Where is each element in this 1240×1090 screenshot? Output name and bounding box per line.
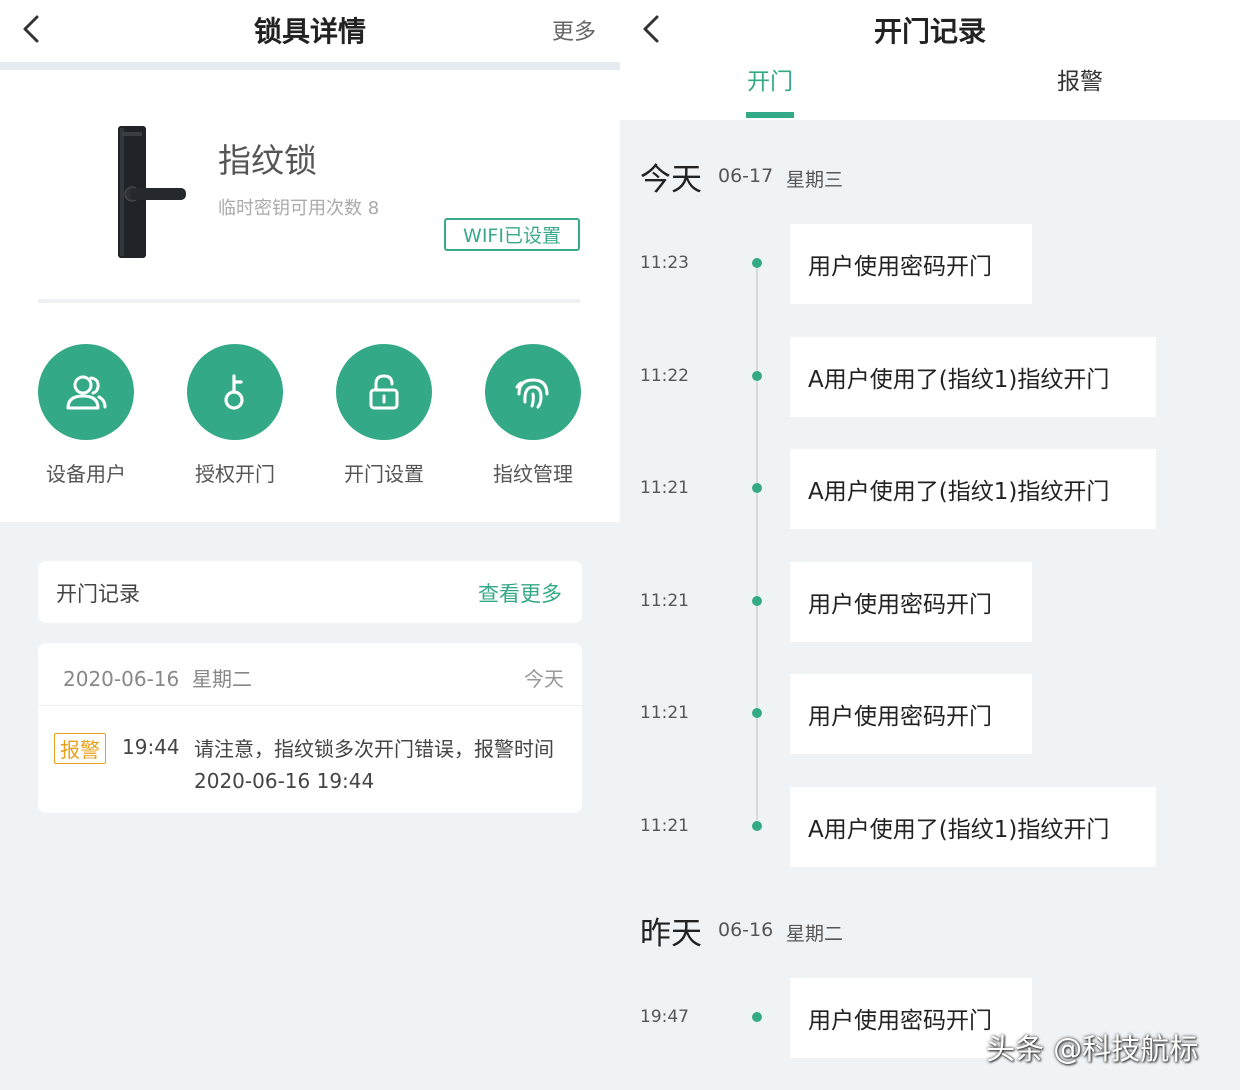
day-date: 06-17 [718, 165, 774, 187]
open-records-screen: 开门记录 开门 报警 今天 06-17 星期三 11:23 用户使用密码开门 1… [620, 0, 1240, 1090]
record-entry[interactable]: A用户使用了(指纹1)指纹开门 [790, 337, 1156, 417]
recent-record-card: 2020-06-16 星期二 今天 报警 19:44 请注意，指纹锁多次开门错误… [38, 643, 582, 813]
day-date: 06-16 [718, 919, 774, 941]
device-card: 指纹锁 临时密钥可用次数 8 WIFI已设置 设备用户 授权开门 开门设置 指纹… [0, 70, 620, 522]
alarm-message: 请注意，指纹锁多次开门错误，报警时间 2020-06-16 19:44 [194, 737, 554, 793]
fingerprint-manage-button[interactable]: 指纹管理 [463, 344, 603, 487]
day-label-yesterday: 昨天 [640, 916, 702, 952]
timeline-dot [752, 708, 762, 718]
smart-lock-image [118, 126, 186, 258]
timeline-dot [752, 258, 762, 268]
entry-time: 11:22 [640, 366, 689, 386]
entry-time: 11:21 [640, 478, 689, 498]
day-weekday: 星期三 [786, 169, 844, 191]
temp-key-count: 临时密钥可用次数 8 [218, 198, 380, 219]
alarm-time: 19:44 [122, 735, 180, 759]
record-entry[interactable]: A用户使用了(指纹1)指纹开门 [790, 449, 1156, 529]
tab-open[interactable]: 开门 [747, 62, 793, 96]
lock-detail-screen: 锁具详情 更多 指纹锁 临时密钥可用次数 8 WIFI已设置 设备用户 授权开门… [0, 0, 620, 1090]
users-icon [66, 375, 107, 410]
timeline-dot [752, 483, 762, 493]
device-name: 指纹锁 [218, 141, 317, 180]
alarm-badge: 报警 [54, 733, 106, 764]
key-icon [224, 374, 244, 410]
entry-time: 11:21 [640, 816, 689, 836]
divider [38, 705, 582, 706]
top-bar: 锁具详情 更多 [0, 0, 620, 62]
timeline-dot [752, 1012, 762, 1022]
entry-time: 19:47 [640, 1007, 689, 1027]
record-date: 2020-06-16 星期二 [63, 667, 252, 691]
authorize-open-button[interactable]: 授权开门 [165, 344, 305, 487]
record-entry[interactable]: 用户使用密码开门 [790, 674, 1032, 754]
watermark: 头条 @科技航标 [986, 1032, 1199, 1066]
timeline-dot [752, 371, 762, 381]
divider [38, 299, 580, 303]
fingerprint-icon [515, 378, 549, 409]
record-today-label: 今天 [524, 667, 564, 691]
record-entry[interactable]: 用户使用密码开门 [790, 562, 1032, 642]
divider [0, 62, 620, 70]
tab-alarm[interactable]: 报警 [1057, 62, 1103, 96]
view-more-link[interactable]: 查看更多 [478, 578, 562, 608]
page-title: 锁具详情 [253, 15, 366, 48]
entry-time: 11:23 [640, 253, 689, 273]
record-entry[interactable]: 用户使用密码开门 [790, 224, 1032, 304]
timeline-dot [752, 821, 762, 831]
wifi-status-badge[interactable]: WIFI已设置 [444, 218, 580, 251]
top-bar: 开门记录 开门 报警 [620, 0, 1240, 120]
timeline-line [756, 268, 758, 820]
record-entry[interactable]: A用户使用了(指纹1)指纹开门 [790, 787, 1156, 867]
open-records-header: 开门记录 查看更多 [38, 561, 582, 623]
lock-icon [369, 374, 399, 410]
device-users-button[interactable]: 设备用户 [16, 344, 156, 487]
timeline-dot [752, 596, 762, 606]
active-tab-indicator [746, 112, 794, 118]
day-label-today: 今天 [640, 162, 702, 198]
more-button[interactable]: 更多 [552, 14, 596, 46]
day-weekday: 星期二 [786, 923, 844, 945]
entry-time: 11:21 [640, 703, 689, 723]
section-title: 开门记录 [56, 582, 140, 606]
page-title: 开门记录 [873, 15, 986, 48]
open-settings-button[interactable]: 开门设置 [314, 344, 454, 487]
entry-time: 11:21 [640, 591, 689, 611]
